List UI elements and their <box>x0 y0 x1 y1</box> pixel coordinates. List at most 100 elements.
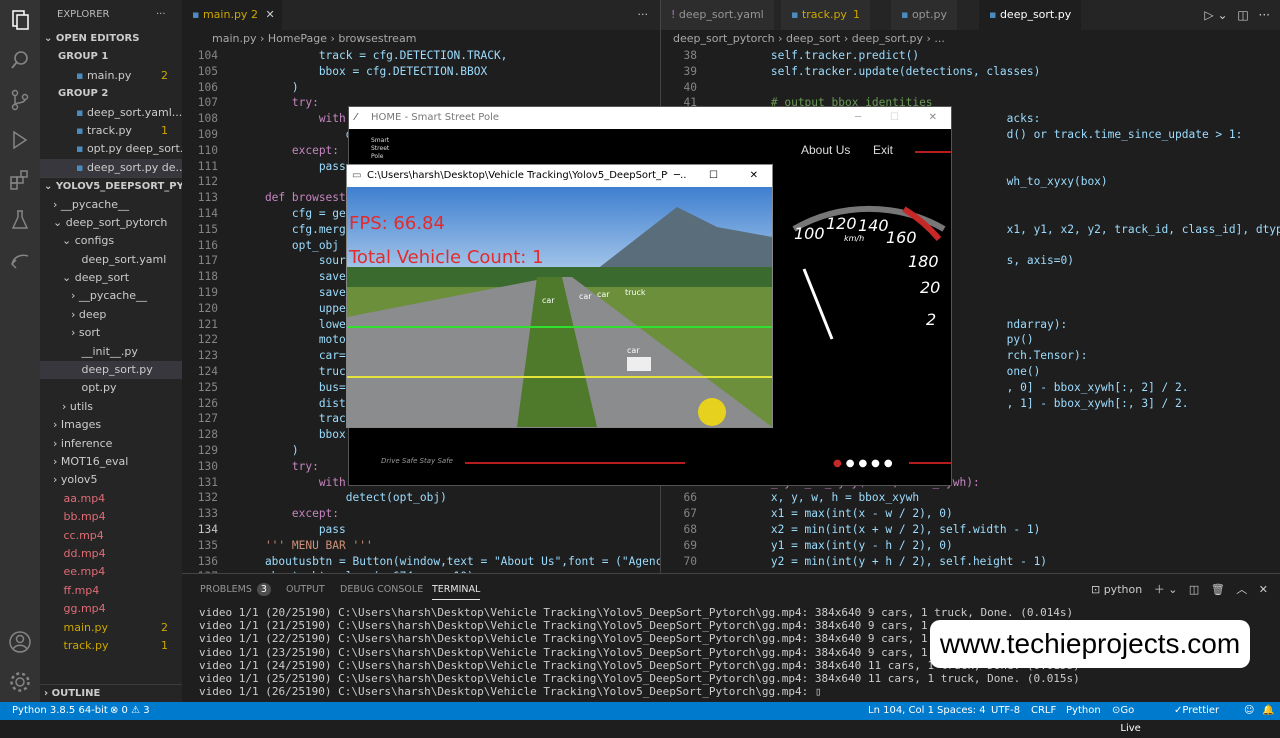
tree-item[interactable]: › __pycache__ <box>40 287 182 305</box>
shell-name[interactable]: python <box>1104 583 1142 596</box>
new-terminal-icon[interactable]: ＋ <box>1154 583 1165 596</box>
run-icon[interactable]: ▷ <box>1204 8 1213 22</box>
split-terminal-icon[interactable]: ◫ <box>1189 583 1199 596</box>
code-line[interactable]: ) <box>238 443 299 459</box>
code-line[interactable]: truck <box>238 364 353 380</box>
python-interpreter[interactable]: Python 3.8.5 64-bit <box>12 702 108 720</box>
tree-item[interactable]: dd.mp4 <box>40 545 182 563</box>
extensions-icon[interactable] <box>8 168 32 192</box>
indentation[interactable]: Spaces: 4 <box>937 702 986 720</box>
code-line[interactable]: pass <box>238 522 346 538</box>
code-line[interactable]: track <box>238 411 353 427</box>
tree-item[interactable]: › Images <box>40 416 182 434</box>
more-actions-icon[interactable]: ··· <box>156 0 166 30</box>
code-line[interactable]: except: <box>238 143 339 159</box>
code-line[interactable]: x, y, w, h = bbox_xywh <box>717 490 919 506</box>
editor-tab[interactable]: ▪ opt.py <box>891 0 957 30</box>
language-mode[interactable]: Python <box>1066 702 1101 720</box>
code-line[interactable]: ''' MENU BAR ''' <box>238 538 373 554</box>
chevron-down-icon[interactable]: ⌄ <box>1168 583 1177 596</box>
code-line[interactable]: lower <box>238 317 353 333</box>
code-line[interactable]: with <box>238 475 346 491</box>
code-line[interactable]: d <box>238 127 353 143</box>
tree-item[interactable]: opt.py <box>40 379 182 397</box>
feedback-icon[interactable]: ☺ <box>1244 702 1254 720</box>
tree-item[interactable]: › yolov5 <box>40 471 182 489</box>
panel-tab[interactable]: DEBUG CONSOLE <box>340 574 423 606</box>
tree-item[interactable]: › sort <box>40 324 182 342</box>
code-line[interactable]: aboutusbtn = Button(window,text = "About… <box>238 554 660 570</box>
search-icon[interactable] <box>8 48 32 72</box>
tree-item[interactable]: gg.mp4 <box>40 600 182 618</box>
code-line[interactable]: save_ <box>238 269 353 285</box>
file-item[interactable]: ▪ deep_sort.py de... <box>40 158 182 178</box>
more-actions-icon[interactable]: ··· <box>1259 8 1270 22</box>
file-item[interactable]: ▪ opt.py deep_sort... <box>40 140 182 158</box>
code-line[interactable]: try: <box>238 459 319 475</box>
code-line[interactable]: def browsestr <box>238 190 353 206</box>
close-icon[interactable]: ✕ <box>929 107 937 129</box>
tree-item[interactable]: track.py 1 <box>40 637 182 655</box>
testing-icon[interactable] <box>8 208 32 232</box>
tree-item[interactable]: deep_sort.py <box>40 361 182 380</box>
code-line[interactable]: save_ <box>238 285 353 301</box>
account-icon[interactable] <box>8 630 32 654</box>
breadcrumb[interactable]: main.py › HomePage › browsestream <box>182 30 660 48</box>
panel-tab[interactable]: PROBLEMS 3 <box>200 574 271 606</box>
editor-tab[interactable]: ▪ deep_sort.py <box>979 0 1082 30</box>
tree-item[interactable]: ⌄ deep_sort_pytorch <box>40 214 182 232</box>
tree-item[interactable]: ⌄ configs <box>40 232 182 250</box>
code-line[interactable]: motor <box>238 332 353 348</box>
code-line[interactable]: ) <box>238 80 299 96</box>
editor-tab[interactable]: ! deep_sort.yaml <box>661 0 774 30</box>
code-line[interactable]: self.tracker.predict() <box>717 48 919 64</box>
code-line[interactable]: bbox <box>238 427 353 443</box>
chevron-down-icon[interactable]: ⌄ <box>1217 8 1227 22</box>
tree-item[interactable]: › __pycache__ <box>40 196 182 214</box>
tree-item[interactable]: › inference <box>40 435 182 453</box>
code-line[interactable]: dista <box>238 396 353 412</box>
dot-active-icon[interactable]: ● <box>833 458 846 469</box>
remote-icon[interactable] <box>8 248 32 272</box>
file-item[interactable]: ▪ deep_sort.yaml... <box>40 104 182 122</box>
maximize-icon[interactable]: ☐ <box>890 107 899 129</box>
close-icon[interactable]: ✕ <box>265 8 274 21</box>
tree-item[interactable]: __init__.py <box>40 343 182 361</box>
line-ending[interactable]: CRLF <box>1031 702 1056 720</box>
code-line[interactable]: bbox = cfg.DETECTION.BBOX <box>238 64 487 80</box>
project-section[interactable]: ⌄ YOLOV5_DEEPSORT_PYTO... <box>40 177 182 195</box>
problems-count[interactable]: ⊗ 0 ⚠ 3 <box>110 702 150 720</box>
slide-dots[interactable]: ●●●●● <box>833 458 897 469</box>
close-icon[interactable]: ✕ <box>749 165 758 187</box>
tab-main-py[interactable]: ▪ main.py 2 ✕ <box>182 0 282 30</box>
code-line[interactable]: self.tracker.update(detections, classes) <box>717 64 1040 80</box>
open-editors-section[interactable]: ⌄ OPEN EDITORS <box>40 30 182 48</box>
code-line[interactable]: bus=c <box>238 380 353 396</box>
close-panel-icon[interactable]: ✕ <box>1259 583 1268 596</box>
about-us-button[interactable]: About Us <box>801 143 850 157</box>
tree-item[interactable]: › deep <box>40 306 182 324</box>
minimize-icon[interactable]: ─ <box>855 107 861 129</box>
code-line[interactable]: y2 = min(int(y + h / 2), self.height - 1… <box>717 554 1047 570</box>
code-line[interactable]: x2 = min(int(x + w / 2), self.width - 1) <box>717 522 1040 538</box>
panel-tab[interactable]: OUTPUT <box>286 574 325 606</box>
code-line[interactable]: upper <box>238 301 353 317</box>
settings-gear-icon[interactable] <box>8 670 32 694</box>
code-line[interactable]: with <box>238 111 346 127</box>
more-actions-icon[interactable]: ··· <box>638 0 649 30</box>
code-line[interactable]: car=c <box>238 348 353 364</box>
code-line[interactable]: y1 = max(int(y - h / 2), 0) <box>717 538 953 554</box>
code-line[interactable]: track = cfg.DETECTION.TRACK, <box>238 48 508 64</box>
tree-item[interactable]: bb.mp4 <box>40 508 182 526</box>
maximize-panel-icon[interactable]: ︿ <box>1236 583 1247 596</box>
file-item[interactable]: ▪ track.py 1 <box>40 122 182 140</box>
editor-tab[interactable]: ▪ track.py 1 <box>781 0 870 30</box>
panel-tab[interactable]: TERMINAL <box>432 574 481 600</box>
run-debug-icon[interactable] <box>8 128 32 152</box>
cursor-position[interactable]: Ln 104, Col 1 <box>868 702 934 720</box>
source-control-icon[interactable] <box>8 88 32 112</box>
file-item[interactable]: ▪ main.py 2 <box>40 67 182 85</box>
tree-item[interactable]: main.py 2 <box>40 619 182 637</box>
maximize-icon[interactable]: ☐ <box>709 165 718 187</box>
code-line[interactable]: pass <box>238 159 346 175</box>
